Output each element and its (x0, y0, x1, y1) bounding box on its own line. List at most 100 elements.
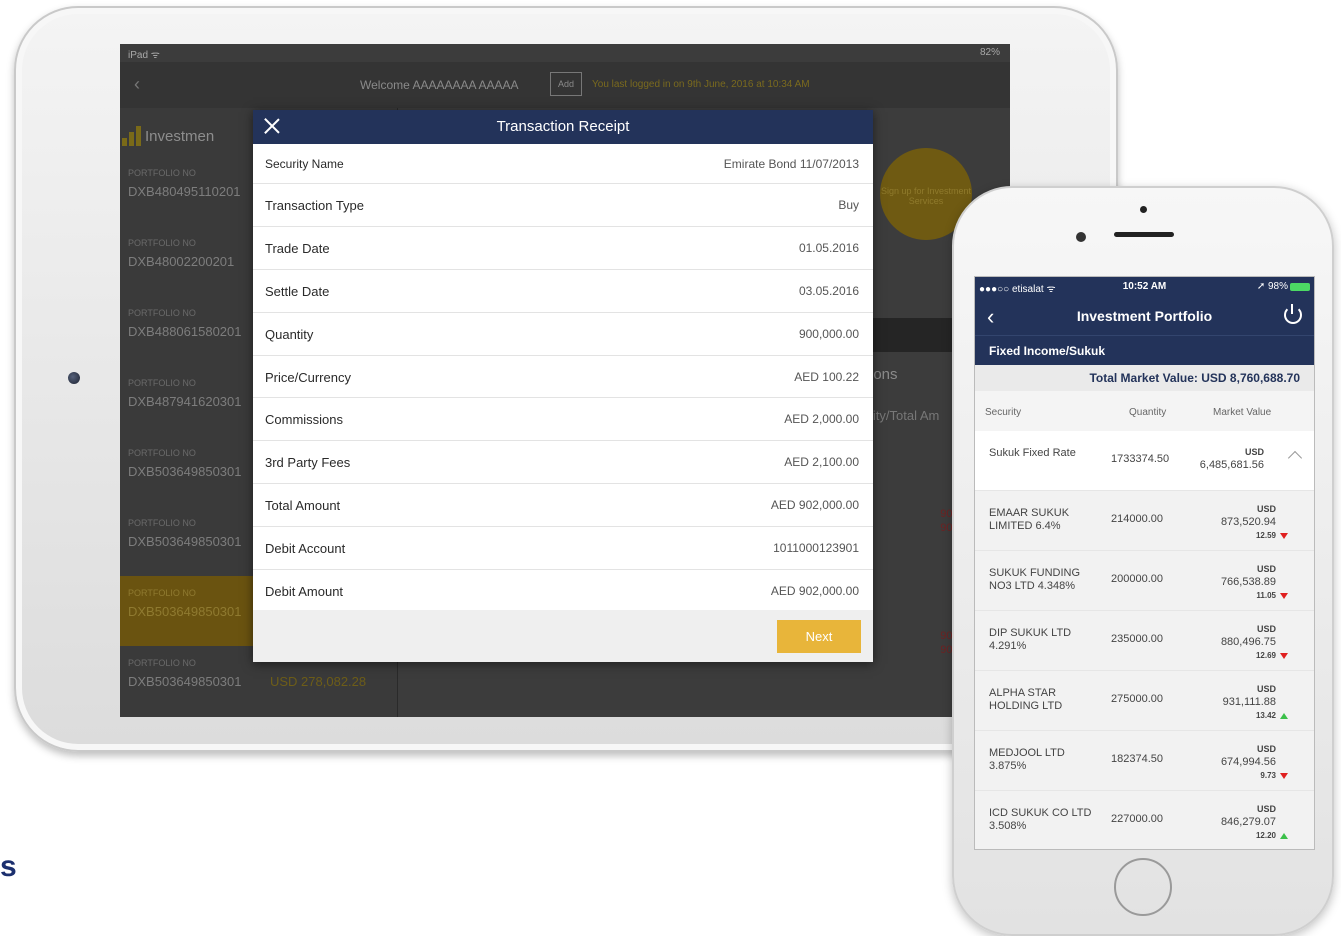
receipt-row: Debit Amount AED 902,000.00 (253, 570, 873, 613)
currency-label: USD (1256, 804, 1276, 814)
modal-footer: Next (253, 610, 873, 662)
receipt-row: Price/Currency AED 100.22 (253, 356, 873, 399)
receipt-value: AED 902,000.00 (770, 498, 859, 513)
portfolio-number: DXB503649850301 (128, 464, 242, 479)
marketing-stage: iPad ᯤ 82% ‹ Welcome AAAAAAAA AAAAA Add … (0, 0, 1341, 936)
portfolio-number: DXB503649850301 (128, 674, 242, 689)
phone-nav-bar: ‹ Investment Portfolio (975, 297, 1314, 335)
security-quantity: 275000.00 (1111, 693, 1163, 705)
home-button[interactable] (1114, 858, 1172, 916)
market-value: 880,496.75 (1220, 636, 1276, 648)
portfolio-value: USD 278,082.28 (270, 674, 367, 689)
security-name: DIP SUKUK LTD 4.291% (989, 627, 1072, 652)
modal-title: Transaction Receipt (496, 118, 630, 135)
currency-label: USD (1256, 564, 1276, 574)
market-value: 766,538.89 (1220, 576, 1276, 588)
security-quantity: 227000.00 (1111, 813, 1163, 825)
currency-label: USD (1244, 447, 1264, 457)
bar-chart-icon (120, 124, 144, 146)
receipt-row: Transaction Type Buy (253, 184, 873, 227)
category-header: Fixed Income/Sukuk (975, 335, 1314, 365)
phone-status-bar: ●●●○○ etisalat ᯤ 10:52 AM ➚ 98% (975, 277, 1314, 297)
ipad-status-left: iPad ᯤ (128, 50, 160, 61)
sidebar-title: Investmen (145, 128, 215, 145)
receipt-row: Commissions AED 2,000.00 (253, 398, 873, 442)
back-icon[interactable]: ‹ (134, 74, 140, 95)
arrow-down-icon (1280, 773, 1288, 779)
security-name: Sukuk Fixed Rate (989, 447, 1076, 459)
receipt-key: Transaction Type (265, 198, 364, 213)
security-quantity: 1733374.50 (1111, 453, 1170, 465)
receipt-row: Quantity 900,000.00 (253, 313, 873, 356)
receipt-key: Quantity (265, 326, 314, 342)
market-value: 674,994.56 (1220, 756, 1276, 768)
portfolio-label: PORTFOLIO NO (128, 308, 196, 318)
chevron-up-icon[interactable] (1287, 450, 1303, 466)
last-login-text: You last logged in on 9th June, 2016 at … (592, 79, 810, 90)
portfolio-label: PORTFOLIO NO (128, 588, 196, 598)
receipt-value: AED 2,000.00 (784, 412, 859, 427)
security-quantity: 235000.00 (1111, 633, 1163, 645)
receipt-value: Emirate Bond 11/07/2013 (723, 157, 859, 171)
portfolio-number: DXB503649850301 (128, 534, 242, 549)
security-row[interactable]: DIP SUKUK LTD 4.291% 235000.00 USD 880,496.… (975, 611, 1314, 671)
market-value: 931,111.88 (1222, 696, 1276, 708)
security-row[interactable]: EMAAR SUKUK LIMITED 6.4% 214000.00 USD 873,… (975, 491, 1314, 551)
receipt-row: 3rd Party Fees AED 2,100.00 (253, 441, 873, 485)
security-row[interactable]: ALPHA STAR HOLDING LTD 275000.00 USD 931,11… (975, 671, 1314, 731)
power-icon[interactable] (1284, 304, 1302, 324)
battery-icon (1290, 283, 1310, 291)
add-button[interactable]: Add (550, 72, 582, 96)
security-name: ICD SUKUK CO LTD 3.508% (989, 807, 1092, 832)
change-value: 11.05 (1256, 591, 1276, 600)
market-value: 846,279.07 (1220, 816, 1276, 828)
next-button[interactable]: Next (777, 620, 861, 653)
receipt-key: Price/Currency (265, 369, 351, 385)
proximity-sensor (1140, 206, 1147, 213)
change-value: 12.20 (1255, 831, 1276, 840)
security-quantity: 214000.00 (1111, 513, 1163, 525)
security-name: EMAAR SUKUK LIMITED 6.4% (989, 507, 1070, 532)
portfolio-label: PORTFOLIO NO (128, 658, 196, 668)
table-header: Security Quantity Market Value (975, 391, 1314, 431)
transaction-receipt-modal: Transaction Receipt Security Name Emirate… (253, 110, 873, 662)
receipt-key: Debit Amount (265, 584, 344, 600)
welcome-text: Welcome AAAAAAAA AAAAA (360, 78, 519, 92)
receipt-value: 1011000123901 (773, 541, 859, 556)
receipt-row: Total Amount AED 902,000.00 (253, 484, 873, 528)
arrow-up-icon (1280, 833, 1288, 839)
modal-header: Transaction Receipt (253, 110, 873, 144)
currency-label: USD (1256, 504, 1276, 514)
receipt-value: 900,000.00 (798, 326, 859, 341)
security-name: ALPHA STAR HOLDING LTD (989, 687, 1063, 712)
market-value: 6,485,681.56 (1199, 459, 1264, 471)
page-title: Investment Portfolio (1076, 308, 1213, 324)
security-quantity: 182374.50 (1111, 753, 1163, 765)
security-row[interactable]: MEDJOOL LTD 3.875% 182374.50 USD 674,994.56… (975, 731, 1314, 791)
speaker-grille (1114, 232, 1174, 237)
ipad-header: ‹ Welcome AAAAAAAA AAAAA Add You last lo… (120, 62, 1010, 108)
battery-text: ➚ 98% (1256, 281, 1288, 292)
receipt-key: Settle Date (265, 283, 330, 299)
portfolio-label: PORTFOLIO NO (128, 378, 196, 388)
tab-label[interactable]: ions (870, 366, 898, 383)
change-value: 12.59 (1255, 531, 1276, 540)
receipt-key: Total Amount (265, 498, 341, 514)
receipt-key: Security Name (265, 157, 344, 171)
arrow-down-icon (1280, 653, 1288, 659)
receipt-value: 01.05.2016 (798, 240, 859, 255)
total-market-value: Total Market Value: USD 8,760,688.70 (975, 365, 1314, 391)
security-name: SUKUK FUNDING NO3 LTD 4.348% (989, 567, 1081, 592)
security-row[interactable]: SUKUK FUNDING NO3 LTD 4.348% 200000.00 USD… (975, 551, 1314, 611)
arrow-down-icon (1280, 593, 1288, 599)
receipt-key: Trade Date (265, 240, 330, 256)
currency-label: USD (1256, 624, 1276, 634)
portfolio-label: PORTFOLIO NO (128, 168, 196, 178)
arrow-down-icon (1280, 533, 1288, 539)
security-row[interactable]: Sukuk Fixed Rate 1733374.50 USD 6,485,681.5… (975, 431, 1314, 491)
col-market-value: Market Value (1213, 407, 1272, 418)
security-row[interactable]: ICD SUKUK CO LTD 3.508% 227000.00 USD 846,2… (975, 791, 1314, 849)
portfolio-label: PORTFOLIO NO (128, 448, 196, 458)
ipad-status-bar: iPad ᯤ 82% (120, 44, 1010, 62)
receipt-key: Commissions (265, 412, 344, 428)
